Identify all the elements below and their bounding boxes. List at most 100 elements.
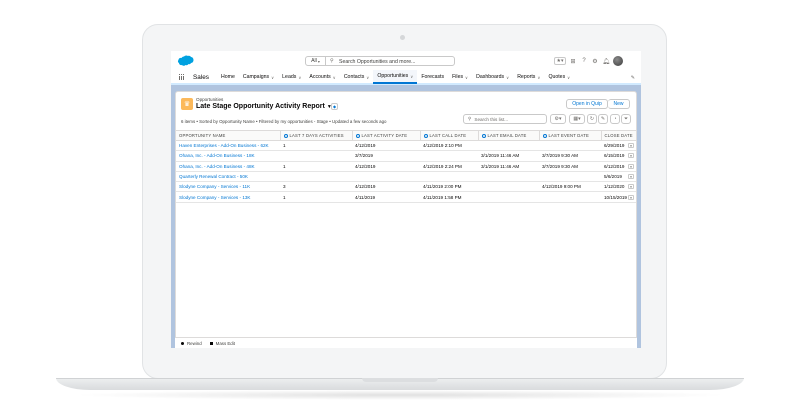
column-header-label: LAST 7 DAYS ACTIVITIES: [289, 133, 344, 138]
bell-icon[interactable]: 🔔︎: [602, 57, 610, 65]
opportunity-link[interactable]: Ohana, Inc. - Add-On Business - 48K: [176, 161, 280, 172]
column-header[interactable]: CLOSE DATE: [601, 130, 637, 141]
app-name: Sales: [193, 73, 209, 81]
nav-item-label: Forecasts: [421, 74, 445, 80]
column-header[interactable]: LAST CALL DATE: [420, 130, 479, 141]
refresh-icon[interactable]: ↻: [587, 114, 597, 124]
help-icon[interactable]: ?: [580, 57, 588, 65]
cell-value: 4/12/2019: [355, 184, 376, 190]
table-cell: 3/7/2019 9:30 AM: [539, 150, 601, 162]
table-row[interactable]: Slodyne Company - Services - 13K 1 4/11/20…: [176, 191, 636, 203]
chart-icon[interactable]: ◔: [610, 114, 620, 124]
cell-value: 1: [283, 194, 286, 200]
table-row[interactable]: Ohana, Inc. - Add-On Business - 48K 1 4/12…: [176, 161, 636, 172]
opportunity-link[interactable]: Slodyne Company - Services - 11K: [176, 181, 280, 193]
nav-item-label: Accounts: [309, 74, 331, 80]
chevron-down-icon[interactable]: ∨: [366, 75, 369, 80]
column-header-label: LAST CALL DATE: [429, 133, 467, 138]
app-nav-bar: Sales Home Campaigns ∨ Leads ∨ Accounts ∨ Conta…: [171, 70, 641, 85]
chevron-down-icon[interactable]: ∨: [465, 75, 468, 80]
row-actions-icon[interactable]: ▾: [628, 153, 634, 159]
column-header[interactable]: LAST 7 DAYS ACTIVITIES: [280, 130, 353, 141]
nav-item-label: Opportunities: [377, 73, 409, 79]
opportunity-link[interactable]: Ohana, Inc. - Add-On Business - 18K: [176, 150, 280, 162]
search-input[interactable]: Search Opportunities and more...: [339, 59, 415, 65]
nav-item-contacts[interactable]: Contacts ∨: [340, 70, 374, 84]
search-scope-label: All: [311, 58, 317, 64]
add-icon[interactable]: ⊞: [569, 57, 577, 65]
nav-item-opportunities[interactable]: Opportunities ∨: [373, 70, 418, 84]
formula-icon: [542, 133, 547, 138]
list-view-title[interactable]: Late Stage Opportunity Activity Report ▼: [196, 103, 332, 110]
chevron-down-icon[interactable]: ∨: [333, 75, 336, 80]
app-launcher-icon[interactable]: [179, 74, 185, 80]
table-cell: [352, 171, 420, 183]
avatar[interactable]: [613, 56, 623, 66]
column-header[interactable]: OPPORTUNITY NAME: [176, 130, 281, 141]
edit-nav-icon[interactable]: ✎: [631, 75, 635, 81]
pin-icon[interactable]: ◆: [331, 103, 338, 110]
search-scope-select[interactable]: All ▾: [306, 57, 326, 65]
table-row[interactable]: Haven Enterprises - Add-On Business - 62…: [176, 140, 636, 152]
table-cell: 3/7/2019 9:30 AM: [539, 161, 601, 172]
gear-icon[interactable]: ⚙: [591, 57, 599, 65]
nav-item-dashboards[interactable]: Dashboards ∨: [472, 70, 513, 84]
cell-value: 4/12/2019: [355, 163, 376, 169]
nav-item-leads[interactable]: Leads ∨: [278, 70, 305, 84]
mass-edit-item[interactable]: Mass Edit: [209, 341, 235, 346]
cell-value: 1: [283, 143, 286, 149]
cell-value: 3/7/2019: [355, 153, 373, 159]
chevron-down-icon[interactable]: ∨: [537, 75, 540, 80]
nav-item-files[interactable]: Files ∨: [448, 70, 472, 84]
table-cell: 4/11/2019 1:58 PM: [420, 191, 478, 203]
mass-edit-icon: [209, 341, 213, 345]
favorites-icon[interactable]: ★▾: [554, 57, 566, 65]
rewind-item[interactable]: Rewind: [181, 341, 202, 346]
list-search-input[interactable]: ⚲ Search this list...: [463, 114, 547, 124]
global-search[interactable]: All ▾ ⚲ Search Opportunities and more...: [305, 56, 455, 66]
table-row[interactable]: Ohana, Inc. - Add-On Business - 18K 3/7/2…: [176, 150, 636, 162]
filter-icon[interactable]: ⏷: [621, 114, 631, 124]
list-view-panel: ♛ Opportunities Late Stage Opportunity A…: [175, 91, 637, 348]
nav-item-home[interactable]: Home: [217, 70, 239, 84]
cell-value: 3/7/2019 9:30 AM: [542, 163, 579, 169]
nav-item-accounts[interactable]: Accounts ∨: [305, 70, 339, 84]
row-actions-icon[interactable]: ▾: [628, 143, 634, 149]
column-header[interactable]: LAST EVENT DATE: [539, 130, 602, 141]
table-row[interactable]: Slodyne Company - Services - 11K 3 4/12/20…: [176, 181, 636, 193]
opportunity-link[interactable]: Slodyne Company - Services - 13K: [176, 191, 280, 203]
row-actions-icon[interactable]: ▾: [628, 163, 634, 169]
chevron-down-icon[interactable]: ∨: [271, 75, 274, 80]
column-header-label: LAST EVENT DATE: [548, 133, 589, 138]
opportunity-link[interactable]: Quarterly Renewal Contract - 50K: [176, 171, 280, 183]
nav-item-quotes[interactable]: Quotes ∨: [544, 70, 574, 84]
column-header[interactable]: LAST ACTIVITY DATE: [352, 130, 421, 141]
cell-value: 3/1/2019 11:46 AM: [481, 163, 520, 169]
display-as-icon[interactable]: ▦▾: [569, 114, 585, 124]
nav-item-reports[interactable]: Reports ∨: [513, 70, 544, 84]
column-header-label: OPPORTUNITY NAME: [179, 133, 226, 138]
chevron-down-icon[interactable]: ∨: [506, 75, 509, 80]
row-actions-icon[interactable]: ▾: [628, 174, 634, 180]
list-settings-icon[interactable]: ⚙▾: [550, 114, 566, 124]
edit-icon[interactable]: ✎: [598, 114, 608, 124]
rewind-label: Rewind: [187, 340, 202, 346]
new-button[interactable]: New: [608, 99, 630, 109]
table-header-row: OPPORTUNITY NAME LAST 7 DAYS ACTIVITIES LA…: [176, 130, 637, 141]
nav-item-forecasts[interactable]: Forecasts: [417, 70, 448, 84]
chevron-down-icon[interactable]: ∨: [298, 75, 301, 80]
table-cell: [478, 140, 539, 152]
column-header[interactable]: LAST EMAIL DATE: [478, 130, 540, 141]
table-cell: [539, 140, 601, 152]
salesforce-cloud-logo[interactable]: [177, 55, 194, 67]
opportunity-link[interactable]: Haven Enterprises - Add-On Business - 62…: [176, 140, 280, 152]
laptop-mockup: All ▾ ⚲ Search Opportunities and more...…: [0, 0, 800, 417]
open-in-quip-button[interactable]: Open in Quip: [566, 99, 608, 109]
table-row[interactable]: Quarterly Renewal Contract - 50K 5/6/2019…: [176, 171, 636, 183]
row-actions-icon[interactable]: ▾: [628, 184, 634, 190]
chevron-down-icon[interactable]: ∨: [567, 75, 570, 80]
table-cell: 4/12/2019: [352, 181, 420, 193]
row-actions-icon[interactable]: ▾: [628, 194, 634, 200]
chevron-down-icon[interactable]: ∨: [410, 74, 413, 79]
nav-item-campaigns[interactable]: Campaigns ∨: [239, 70, 278, 84]
